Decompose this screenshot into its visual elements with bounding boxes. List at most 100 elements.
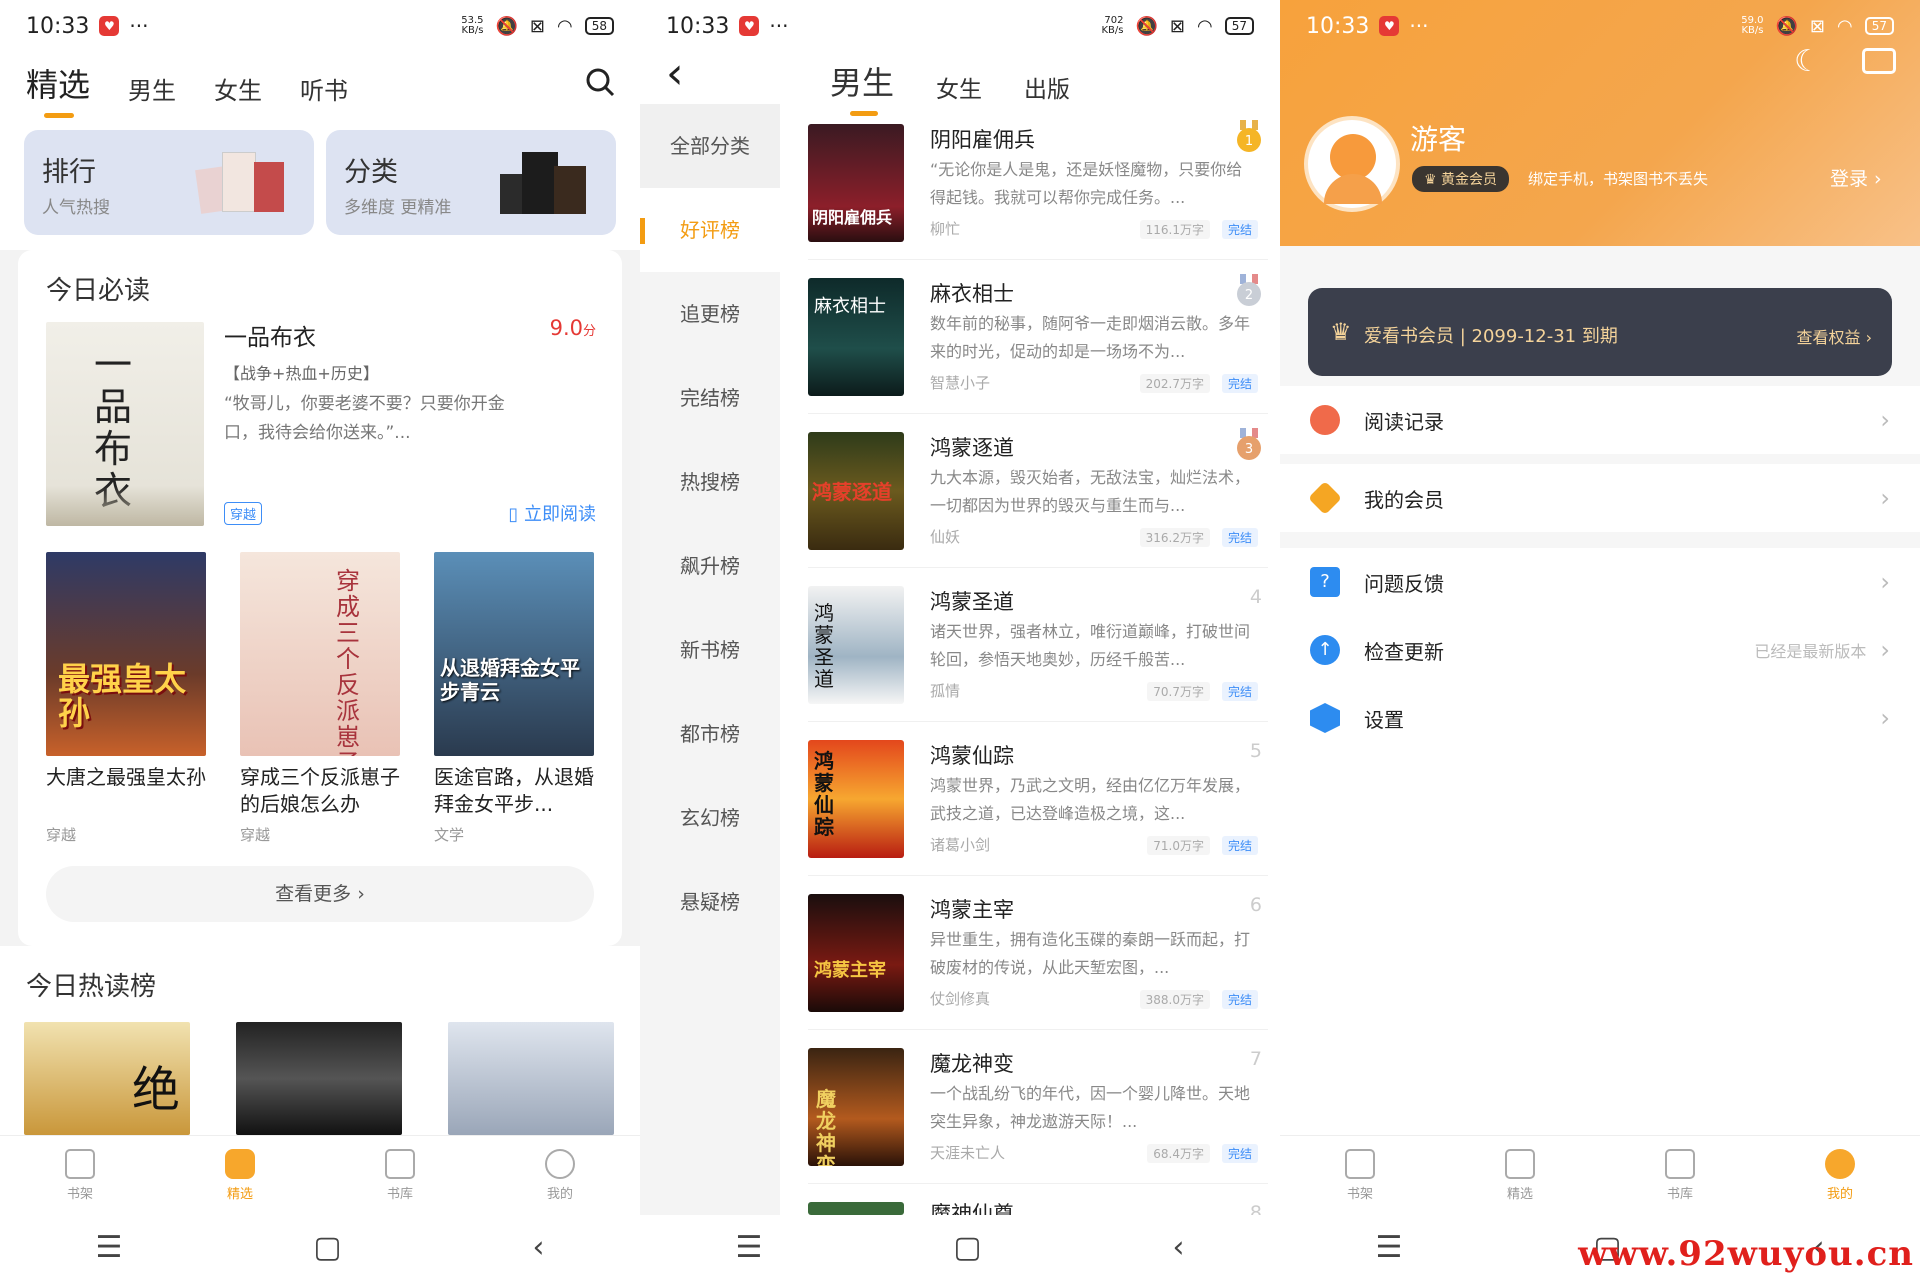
rank-author: 天涯未亡人 [930, 1144, 1006, 1162]
menu-icon[interactable]: ☰ [1375, 1230, 1402, 1265]
tab-male[interactable]: 男生 [128, 71, 176, 106]
book-cover-yipinbuyi[interactable]: 一品布衣 [46, 322, 204, 526]
sidebar-item-all[interactable]: 全部分类 [640, 104, 780, 188]
book-cover-1[interactable]: 最强皇太孙 [46, 552, 206, 756]
see-more-button[interactable]: 查看更多 › [46, 866, 594, 922]
today-heading: 今日必读 [46, 276, 151, 306]
hot-cover-2[interactable] [236, 1022, 402, 1135]
rank-desc: 鸿蒙世界，乃武之文明，经由亿亿万年发展，武技之道，已达登峰造极之境，这... [930, 776, 1250, 823]
rank-title: 阴阳雇佣兵 [930, 128, 1035, 152]
book-tags: 【战争+热血+历史】 [224, 364, 379, 383]
more-dots-icon: ··· [129, 14, 149, 38]
message-icon[interactable] [1862, 48, 1896, 74]
cover-text: 从退婚拜金女平步青云 [440, 656, 580, 704]
app-notification-icon: ♥ [1379, 16, 1400, 36]
menu-group-2: 我的会员 › [1280, 464, 1920, 532]
member-benefits-link[interactable]: 查看权益 › [1797, 324, 1873, 348]
search-icon[interactable] [584, 66, 616, 98]
nav-library[interactable]: 书库 [385, 1149, 415, 1202]
rank-desc: “无论你是人是鬼，还是妖怪魔物，只要你给得起钱。我就可以帮你完成任务。... [930, 160, 1243, 207]
mute-icon: 🔕 [1775, 15, 1798, 37]
book-cover-2[interactable]: 穿成三个反派崽子的 [240, 552, 400, 756]
more-dots-icon: ··· [1409, 14, 1429, 38]
sidebar-item-urban[interactable]: 都市榜 [640, 692, 780, 776]
menu-reading-history[interactable]: 阅读记录 › [1280, 386, 1920, 454]
menu-my-membership[interactable]: 我的会员 › [1280, 464, 1920, 532]
sidebar-item-fantasy[interactable]: 玄幻榜 [640, 776, 780, 860]
back-button[interactable]: ‹ [666, 52, 684, 96]
rank-number: 5 [1249, 740, 1262, 762]
book-title[interactable]: 一品布衣 [224, 318, 316, 352]
home-icon[interactable]: ▢ [313, 1230, 341, 1265]
book-title-2[interactable]: 穿成三个反派崽子的后娘怎么办 [240, 764, 400, 818]
menu-icon[interactable]: ☰ [95, 1230, 122, 1265]
library-icon [1665, 1149, 1695, 1179]
watermark: www.92wuyou.cn [1578, 1234, 1914, 1274]
menu-icon[interactable]: ☰ [735, 1230, 762, 1265]
rank-item[interactable]: 鸿蒙主宰 鸿蒙主宰 异世重生，拥有造化玉碟的秦朗一跃而起，打破废材的传说，从此天… [808, 876, 1268, 1030]
sidebar-item-following[interactable]: 追更榜 [640, 272, 780, 356]
member-card[interactable]: ♛ 爱看书会员 | 2099-12-31 到期 查看权益 › [1308, 288, 1892, 376]
rank-item[interactable]: 麻衣相士 麻衣相士 数年前的秘事，随阿爷一走即烟消云散。多年来的时光，促动的却是… [808, 260, 1268, 414]
read-now-button[interactable]: ▯ 立即阅读 [508, 500, 596, 526]
menu-group-1: 阅读记录 › [1280, 386, 1920, 454]
rank-item[interactable]: 魔神仙尊 8 [808, 1184, 1268, 1226]
sidebar-item-completed[interactable]: 完结榜 [640, 356, 780, 440]
bind-tip: 绑定手机，书架图书不丢失 [1528, 170, 1709, 188]
login-button[interactable]: 登录 › [1830, 164, 1882, 191]
book-cover: 鸿蒙主宰 [808, 894, 904, 1012]
night-mode-icon[interactable]: ☾ [1794, 44, 1821, 79]
nav-mine[interactable]: 我的 [1825, 1149, 1855, 1202]
back-icon[interactable]: ‹ [533, 1230, 545, 1265]
rank-words: 202.7万字 [1139, 374, 1210, 393]
rank-title: 魔龙神变 [930, 1052, 1014, 1076]
tab-featured[interactable]: 精选 [26, 60, 90, 118]
sidebar-item-new[interactable]: 新书榜 [640, 608, 780, 692]
nav-bookshelf[interactable]: 书架 [1345, 1149, 1375, 1202]
wifi-icon: ◠ [557, 15, 573, 37]
hot-cover-3[interactable] [448, 1022, 614, 1135]
menu-feedback[interactable]: ? 问题反馈 › [1280, 548, 1920, 616]
sidebar-item-rising[interactable]: 飙升榜 [640, 524, 780, 608]
more-dots-icon: ··· [769, 14, 789, 38]
rank-item[interactable]: 鸿蒙圣道 鸿蒙圣道 诸天世界，强者林立，唯衍道巅峰，打破世间轮回，参悟天地奥妙，… [808, 568, 1268, 722]
book-title-1[interactable]: 大唐之最强皇太孙 [46, 764, 206, 791]
rank-desc: 异世重生，拥有造化玉碟的秦朗一跃而起，打破废材的传说，从此天堑宏图，... [930, 930, 1250, 977]
sidebar-item-hot-search[interactable]: 热搜榜 [640, 440, 780, 524]
tab-audio[interactable]: 听书 [300, 71, 348, 106]
book-title-3[interactable]: 医途官路，从退婚拜金女平步... [434, 764, 594, 818]
rank-status: 完结 [1221, 220, 1258, 239]
back-icon[interactable]: ‹ [1173, 1230, 1185, 1265]
tab-publish[interactable]: 出版 [1024, 70, 1070, 104]
status-bar: 10:33 ♥ ··· 53.5 KB/s 🔕 ⊠ ◠ 58 [0, 0, 640, 52]
menu-check-update[interactable]: ↑ 检查更新 已经是最新版本 › [1280, 616, 1920, 684]
avatar[interactable] [1304, 116, 1400, 212]
nav-featured[interactable]: 精选 [225, 1149, 255, 1202]
rank-item[interactable]: 鸿蒙仙踪 鸿蒙仙踪 鸿蒙世界，乃武之文明，经由亿亿万年发展，武技之道，已达登峰造… [808, 722, 1268, 876]
battery-level: 57 [1864, 17, 1894, 35]
menu-settings[interactable]: 设置 › [1280, 684, 1920, 752]
book-cover-3[interactable]: 从退婚拜金女平步青云 [434, 552, 594, 756]
rank-item[interactable]: 魔龙神变 魔龙神变 一个战乱纷飞的年代，因一个婴儿降世。天地突生异象，神龙遨游天… [808, 1030, 1268, 1184]
tab-male[interactable]: 男生 [830, 58, 894, 116]
tab-female[interactable]: 女生 [936, 70, 982, 104]
sidebar-item-top-rated[interactable]: 好评榜 [640, 188, 780, 272]
rank-words: 70.7万字 [1147, 682, 1210, 701]
home-icon[interactable]: ▢ [953, 1230, 981, 1265]
nav-bookshelf[interactable]: 书架 [65, 1149, 95, 1202]
question-icon: ? [1310, 567, 1340, 597]
rank-item[interactable]: 阴阳雇佣兵 阴阳雇佣兵 “无论你是人是鬼，还是妖怪魔物，只要你给得起钱。我就可以… [808, 106, 1268, 260]
rank-desc: 诸天世界，强者林立，唯衍道巅峰，打破世间轮回，参悟天地奥妙，历经千般苦... [930, 622, 1250, 669]
ranking-card[interactable]: 排行 人气热搜 [24, 130, 314, 235]
rank-item[interactable]: 鸿蒙逐道 鸿蒙逐道 九大本源，毁灭始者，无敌法宝，灿烂法术，一切都因为世界的毁灭… [808, 414, 1268, 568]
hot-cover-1[interactable]: 绝 [24, 1022, 190, 1135]
rank-number: 4 [1249, 586, 1262, 608]
tab-female[interactable]: 女生 [214, 71, 262, 106]
rank-number: 7 [1249, 1048, 1262, 1070]
nav-mine[interactable]: 我的 [545, 1149, 575, 1202]
rank-desc: 数年前的秘事，随阿爷一走即烟消云散。多年来的时光，促动的却是一场场不为... [930, 314, 1250, 361]
nav-featured[interactable]: 精选 [1505, 1149, 1535, 1202]
nav-library[interactable]: 书库 [1665, 1149, 1695, 1202]
sidebar-item-mystery[interactable]: 悬疑榜 [640, 860, 780, 944]
category-card[interactable]: 分类 多维度 更精准 [326, 130, 616, 235]
